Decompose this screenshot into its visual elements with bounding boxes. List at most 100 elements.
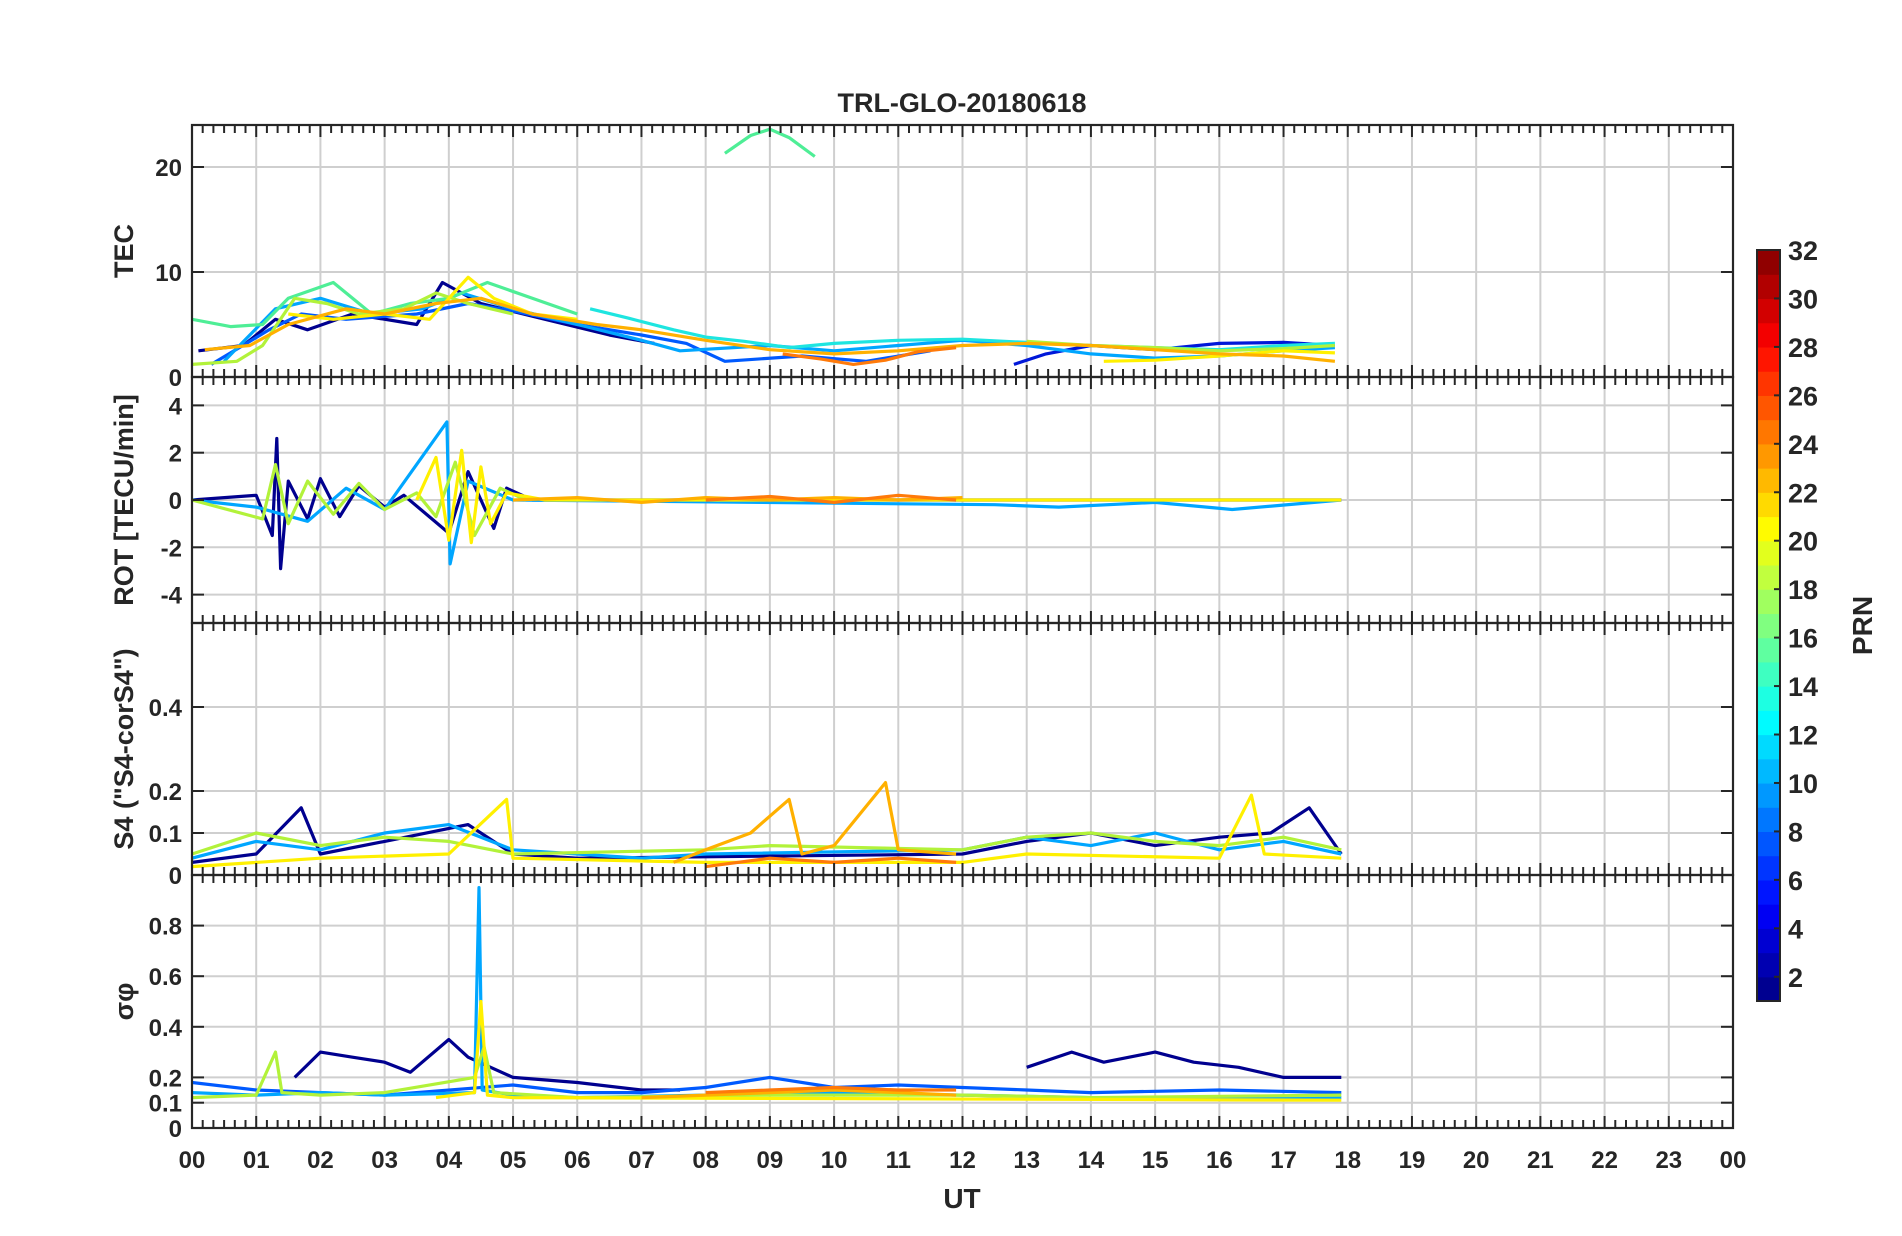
colorbar-segment [1757, 661, 1780, 687]
colorbar-segment [1757, 613, 1780, 639]
x-tick-label: 21 [1527, 1147, 1554, 1174]
colorbar-segment [1757, 637, 1780, 663]
panel-rot: -4 -2 0 2 4 ROT [TECU/min] [109, 375, 1735, 625]
series-prn-2 [1026, 1050, 1342, 1079]
panel-s4-series [192, 781, 1343, 869]
panel-sigma: 00.10.2 0.4 0.6 0.8 σφ [109, 873, 1735, 1143]
panels: 01020TEC-4-2024ROT [TECU/min]00.10.20.4S… [109, 123, 1735, 1143]
panel-rot-y-tick-label: -2 [161, 535, 182, 562]
series-prn-18 [192, 291, 514, 366]
x-tick-label: 12 [949, 1147, 976, 1174]
colorbar-tick-label: 28 [1788, 333, 1818, 363]
x-tick-label: 02 [307, 1147, 334, 1174]
panel-sigma-y-axis-label: σφ [109, 983, 139, 1021]
x-tick-label: 03 [371, 1147, 398, 1174]
colorbar-segment [1757, 734, 1780, 760]
panel-s4-y-tick-label: 0.1 [149, 821, 182, 848]
panel-sigma-y-tick-label: 0.4 [149, 1015, 183, 1042]
x-axis-label: UT [943, 1183, 980, 1214]
colorbar-segment [1757, 589, 1780, 614]
panel-tec-y-tick-label: 10 [155, 260, 182, 287]
panel-s4: 0 0.1 0.2 0.4 S4 ("S4-corS4") [109, 621, 1735, 890]
panel-s4-grid [192, 623, 1733, 875]
panel-sigma-grid [192, 875, 1733, 1128]
x-tick-label: 05 [500, 1147, 527, 1174]
colorbar-segment [1757, 831, 1780, 857]
colorbar-tick-label: 12 [1788, 721, 1818, 751]
panel-rot-y-tick-label: 0 [169, 488, 182, 515]
colorbar-tick-label: 2 [1788, 963, 1803, 993]
colorbar-tick-label: 20 [1788, 527, 1818, 557]
x-tick-label: 19 [1399, 1147, 1426, 1174]
colorbar-segment [1757, 855, 1780, 881]
panel-sigma-y-tick-label: 0.6 [149, 964, 182, 991]
x-axis-tick-labels: 00 01 02 03 04 05 06 07 08 09 10 11 12 13 14 15 16 17 18 19… [179, 1147, 1747, 1174]
x-tick-label: 13 [1013, 1147, 1040, 1174]
colorbar-segment [1757, 468, 1780, 493]
panel-s4-y-tick-label: 0.2 [149, 779, 182, 806]
x-tick-label: 00 [179, 1147, 206, 1174]
colorbar-segment [1757, 758, 1780, 784]
colorbar-segment [1757, 346, 1780, 372]
colorbar-tick-label: 6 [1788, 866, 1803, 896]
colorbar-tick-label: 30 [1788, 284, 1818, 314]
panel-tec-y-tick-label: 20 [155, 155, 182, 182]
panel-tec: 0 10 20 TEC [109, 123, 1735, 392]
panel-s4-y-tick-label: 0.4 [149, 695, 183, 722]
series-prn-11 [192, 886, 1342, 1100]
panel-tec-y-axis-label: TEC [109, 224, 139, 278]
x-tick-label: 22 [1591, 1147, 1618, 1174]
panel-s4-y-axis-label: S4 ("S4-corS4") [109, 648, 139, 849]
colorbar-segment [1757, 952, 1780, 978]
panel-tec-y-tick-label: 0 [169, 365, 182, 392]
x-tick-label: 01 [243, 1147, 270, 1174]
x-tick-label: 04 [435, 1147, 462, 1174]
colorbar-segment [1757, 298, 1780, 324]
x-tick-label: 08 [692, 1147, 719, 1174]
series-prn-11 [192, 420, 1342, 566]
x-tick-label: 10 [821, 1147, 848, 1174]
x-tick-label: 17 [1270, 1147, 1297, 1174]
x-tick-label: 06 [564, 1147, 591, 1174]
panel-rot-y-tick-label: 4 [169, 393, 183, 420]
colorbar-label: PRN [1847, 596, 1878, 655]
chart-title: TRL-GLO-20180618 [837, 88, 1086, 118]
panel-sigma-y-tick-label: 0.2 [149, 1065, 182, 1092]
colorbar-tick-label: 26 [1788, 381, 1818, 411]
panel-sigma-y-tick-label: 0 [169, 1116, 182, 1143]
x-tick-label: 14 [1078, 1147, 1105, 1174]
colorbar-tick-label: 22 [1788, 478, 1818, 508]
x-tick-label: 00 [1720, 1147, 1747, 1174]
x-tick-label: 20 [1463, 1147, 1490, 1174]
chart-figure: TRL-GLO-20180618 01020TEC-4-2024ROT [TEC… [109, 88, 1878, 1214]
colorbar-segment [1757, 710, 1780, 736]
colorbar-tick-label: 14 [1788, 672, 1818, 702]
colorbar-segment [1757, 371, 1780, 396]
colorbar-segment [1757, 540, 1780, 566]
panel-rot-y-tick-label: -4 [161, 583, 183, 610]
colorbar-segment [1757, 928, 1780, 954]
x-tick-label: 23 [1655, 1147, 1682, 1174]
colorbar-segment [1757, 976, 1780, 1002]
x-tick-label: 11 [886, 1147, 911, 1174]
colorbar-segment [1757, 516, 1780, 542]
panel-rot-y-axis-label: ROT [TECU/min] [109, 394, 139, 605]
colorbar-tick-label: 4 [1788, 914, 1803, 944]
panel-sigma-y-tick-label: 0.8 [149, 914, 182, 941]
colorbar-segment [1757, 807, 1780, 833]
colorbar-tick-label: 24 [1788, 430, 1818, 460]
colorbar-segment [1757, 395, 1780, 421]
x-tick-label: 07 [628, 1147, 655, 1174]
colorbar-tick-label: 8 [1788, 817, 1803, 847]
colorbar-segment [1757, 904, 1780, 929]
colorbar-segment [1757, 250, 1780, 275]
panel-sigma-y-tick-label: 0.1 [149, 1091, 182, 1118]
x-tick-label: 16 [1206, 1147, 1233, 1174]
colorbar: 2468101214161820222426283032PRN [1756, 236, 1878, 1002]
colorbar-segment [1757, 322, 1780, 348]
panel-rot-y-tick-label: 2 [169, 441, 182, 468]
colorbar-tick-label: 10 [1788, 769, 1818, 799]
panel-sigma-series [192, 886, 1342, 1102]
colorbar-tick-label: 16 [1788, 624, 1818, 654]
colorbar-segment [1757, 564, 1780, 590]
